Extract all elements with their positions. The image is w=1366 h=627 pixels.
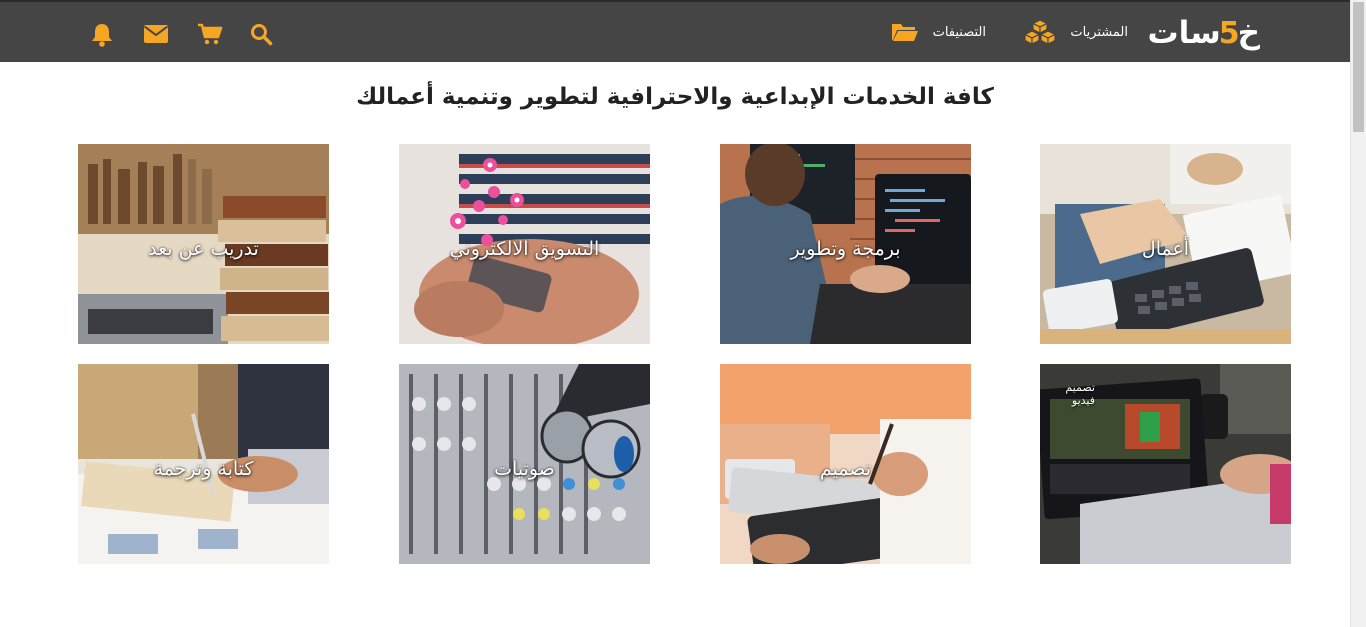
category-tile-design[interactable]: تصميم xyxy=(720,364,971,564)
brand-digit: 5 xyxy=(1218,16,1241,51)
nav-categories-label: التصنيفات xyxy=(932,24,986,40)
category-tile-marketing[interactable]: التسويق الالكتروني xyxy=(399,144,650,344)
category-label: أعمال xyxy=(1141,238,1190,260)
envelope-icon[interactable] xyxy=(143,24,169,44)
category-tile-programming[interactable]: برمجة وتطوير xyxy=(720,144,971,344)
nav-purchases-label: المشتريات xyxy=(1070,24,1128,40)
top-navbar: خ5سات المشتريات التصنيفات xyxy=(0,0,1350,62)
cubes-icon xyxy=(1024,19,1057,45)
category-tile-audio[interactable]: صوتيات xyxy=(399,364,650,564)
category-tile-business[interactable]: أعمال xyxy=(1040,144,1291,344)
nav-purchases[interactable]: المشتريات xyxy=(1024,18,1128,46)
bell-icon[interactable] xyxy=(90,22,114,48)
scrollbar-thumb[interactable] xyxy=(1353,2,1364,132)
category-label: التسويق الالكتروني xyxy=(449,238,600,260)
nav-categories[interactable]: التصنيفات xyxy=(891,18,986,46)
category-tile-training[interactable]: تدريب عن بعد xyxy=(78,144,329,344)
brand-logo[interactable]: خ5سات xyxy=(1147,15,1262,51)
category-label: تصميم xyxy=(819,458,872,480)
folder-icon xyxy=(891,24,918,41)
page-heading: كافة الخدمات الإبداعية والاحترافية لتطوي… xyxy=(356,84,994,110)
category-label: برمجة وتطوير xyxy=(790,238,901,260)
category-tile-writing[interactable]: كتابة وترجمة xyxy=(78,364,329,564)
category-label: صوتيات xyxy=(494,458,555,480)
brand-text: خ5سات xyxy=(1147,15,1262,51)
category-label: كتابة وترجمة xyxy=(153,458,254,480)
category-label: تصميم فيديو xyxy=(1065,381,1095,407)
page-scrollbar[interactable] xyxy=(1350,0,1366,627)
category-tile-video-design[interactable]: تصميم فيديو xyxy=(1040,364,1291,564)
category-label: تدريب عن بعد xyxy=(148,238,259,260)
cart-icon[interactable] xyxy=(197,22,223,46)
search-icon[interactable] xyxy=(249,22,273,46)
